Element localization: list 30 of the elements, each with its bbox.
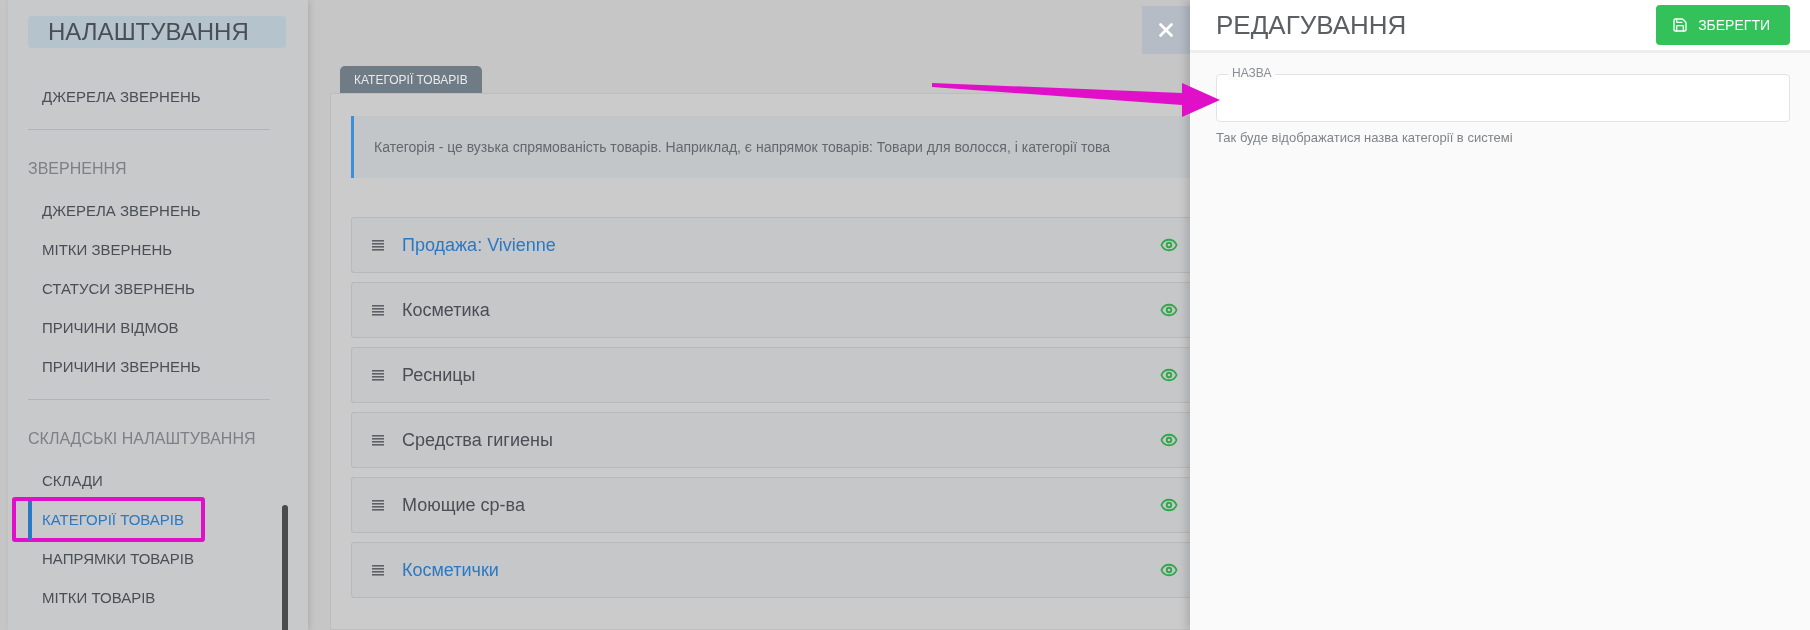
category-row[interactable]: Средства гигиены — [351, 412, 1190, 468]
section-heading: ЗВЕРНЕННЯ — [28, 159, 128, 180]
section-tab[interactable]: КАТЕГОРІЇ ТОВАРІВ — [340, 66, 482, 93]
sidebar-item[interactable]: НАПРЯМКИ ТОВАРІВ — [28, 540, 270, 579]
sidebar-item[interactable]: МІТКИ ТОВАРІВ — [28, 579, 270, 618]
sidebar-title: НАЛАШТУВАННЯ — [28, 16, 286, 49]
sidebar-item[interactable]: ПРИЧИНИ ЗВЕРНЕНЬ — [28, 348, 270, 388]
sidebar-item[interactable]: КАТЕГОРІЇ ТОВАРІВ — [28, 501, 270, 540]
category-name: Средства гигиены — [402, 429, 554, 451]
category-row[interactable]: Моющие ср-ва — [351, 477, 1190, 533]
category-row[interactable]: Ресницы — [351, 347, 1190, 403]
category-name: Продажа: Vivienne — [402, 234, 557, 256]
sidebar-item[interactable]: ПРИЧИНИ ВІДМОВ — [28, 309, 270, 349]
category-name: Косметика — [402, 299, 491, 321]
sidebar-item[interactable]: СТАТУСИ ЗВЕРНЕНЬ — [28, 270, 270, 310]
sidebar-item[interactable]: МІТКИ ЗВЕРНЕНЬ — [28, 231, 270, 271]
category-row[interactable]: Продажа: Vivienne — [351, 217, 1190, 273]
sidebar-item[interactable]: СКЛАДИ — [28, 462, 270, 501]
info-note: Категорія - це вузька спрямованість товарів. Наприклад, є напрямок товарів: Товари для волосся, і категорії това — [351, 116, 1190, 178]
field-hint: Так буде відображатися назва категорії в системі — [1216, 130, 1514, 145]
panel-title: РЕДАГУВАННЯ — [1216, 9, 1407, 41]
sidebar-item[interactable]: ДЖЕРЕЛА ЗВЕРНЕНЬ — [28, 78, 270, 118]
category-name: Ресницы — [402, 364, 477, 386]
category-name: Моющие ср-ва — [402, 494, 526, 516]
category-row[interactable]: Косметички — [351, 542, 1190, 598]
category-name: Косметички — [402, 559, 500, 581]
section-heading: СКЛАДСЬКІ НАЛАШТУВАННЯ — [28, 429, 257, 449]
field-label: НАЗВА — [1228, 66, 1276, 80]
sidebar-item[interactable]: ДЖЕРЕЛА ЗВЕРНЕНЬ — [28, 192, 270, 232]
category-row[interactable]: Косметика — [351, 282, 1190, 338]
